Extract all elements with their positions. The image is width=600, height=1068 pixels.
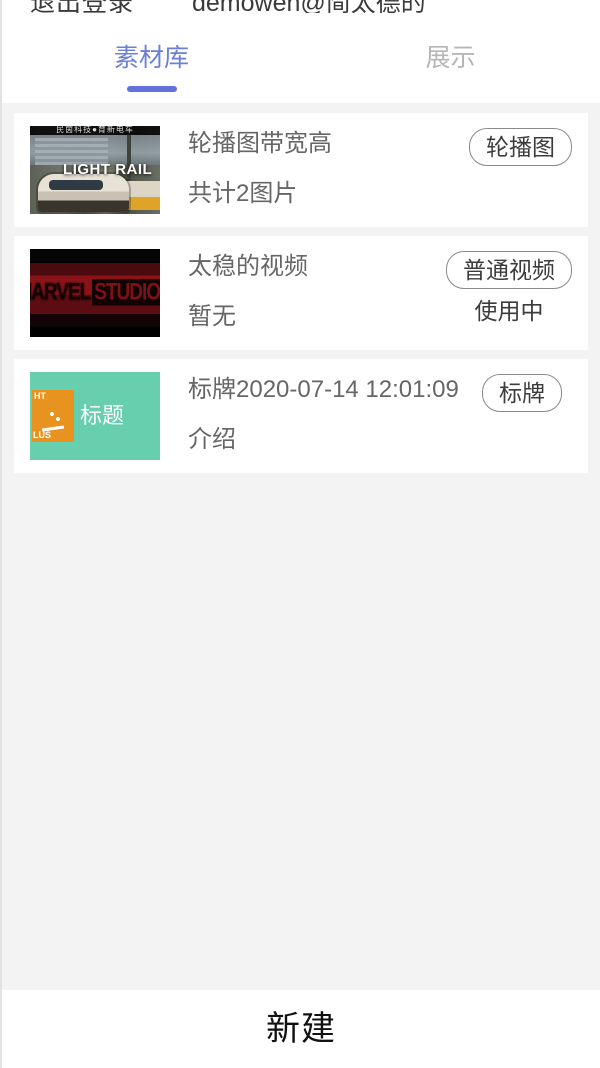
thumbnail-artwork: HT LUS 标题	[30, 372, 160, 460]
thumb-tram	[37, 173, 129, 213]
thumb-overlay-marvel-text: MARVEL	[30, 279, 91, 306]
list-item-meta: 普通视频 使用中	[446, 249, 572, 337]
list-item-text: 轮播图带宽高 共计2图片	[160, 126, 469, 214]
account-label: demowen@简太德的	[192, 0, 426, 13]
tab-display-label: 展示	[425, 44, 476, 72]
thumb-logo-bottom-text: LUS	[33, 430, 51, 440]
tab-bar: 素材库 展示	[2, 13, 600, 103]
thumb-overlay-studios-text: STUDIOS	[92, 279, 160, 306]
status-badge: 标牌	[482, 374, 562, 412]
thumbnail-artwork: MARVELSTUDIOS	[30, 249, 160, 337]
list-item[interactable]: 民茵科技●育新电车 LIGHT RAIL 轮播图带宽高 共计2图片 轮播图	[14, 113, 588, 227]
tab-material-library[interactable]: 素材库	[2, 13, 301, 103]
thumb-overlay-main-text: MARVELSTUDIOS	[30, 279, 160, 307]
thumb-logo-icon: HT LUS	[32, 390, 74, 442]
thumb-overlay-main-text: LIGHT RAIL	[63, 161, 153, 179]
list-item-subtitle: 共计2图片	[188, 180, 298, 207]
logout-button[interactable]: 退出登录	[30, 0, 134, 13]
list-item-title: 标牌2020-07-14 12:01:09	[188, 376, 459, 403]
material-list: 民茵科技●育新电车 LIGHT RAIL 轮播图带宽高 共计2图片 轮播图 MA…	[2, 103, 600, 1068]
list-item-text: 太稳的视频 暂无	[160, 249, 446, 337]
thumbnail-light-rail: 民茵科技●育新电车 LIGHT RAIL	[30, 126, 160, 214]
create-button-label: 新建	[266, 1010, 336, 1048]
tab-active-indicator	[126, 86, 177, 92]
thumb-logo-dots	[44, 406, 64, 426]
thumbnail-artwork: 民茵科技●育新电车 LIGHT RAIL	[30, 126, 160, 214]
top-header-bar: 退出登录 demowen@简太德的	[2, 0, 600, 13]
in-use-label: 使用中	[474, 298, 544, 324]
status-badge: 普通视频	[446, 251, 572, 289]
thumb-overlay-main-text: 标题	[80, 403, 125, 428]
app-root: 退出登录 demowen@简太德的 素材库 展示 民茵科技●育新电车	[0, 0, 600, 1068]
tab-material-library-label: 素材库	[113, 44, 189, 72]
list-item-subtitle: 暂无	[188, 303, 236, 330]
list-item-title: 轮播图带宽高	[188, 130, 332, 157]
thumb-logo-top-text: HT	[34, 391, 46, 401]
list-item-text: 标牌2020-07-14 12:01:09 介绍	[160, 372, 472, 460]
status-badge: 轮播图	[469, 128, 572, 166]
tab-display[interactable]: 展示	[301, 13, 600, 103]
create-button[interactable]: 新建	[2, 990, 600, 1068]
top-header-inner: 退出登录 demowen@简太德的	[2, 0, 600, 13]
list-item[interactable]: MARVELSTUDIOS 太稳的视频 暂无 普通视频 使用中	[14, 236, 588, 350]
thumb-overlay-top-text: 民茵科技●育新电车	[56, 126, 134, 135]
list-item-subtitle: 介绍	[188, 426, 236, 453]
list-item-meta: 标牌	[472, 372, 572, 460]
list-item[interactable]: HT LUS 标题 标牌2020-07-14 12:01:09 介绍 标牌	[14, 359, 588, 473]
list-item-meta: 轮播图	[469, 126, 572, 214]
thumbnail-sign: HT LUS 标题	[30, 372, 160, 460]
thumbnail-marvel-video: MARVELSTUDIOS	[30, 249, 160, 337]
list-item-title: 太稳的视频	[188, 253, 308, 280]
